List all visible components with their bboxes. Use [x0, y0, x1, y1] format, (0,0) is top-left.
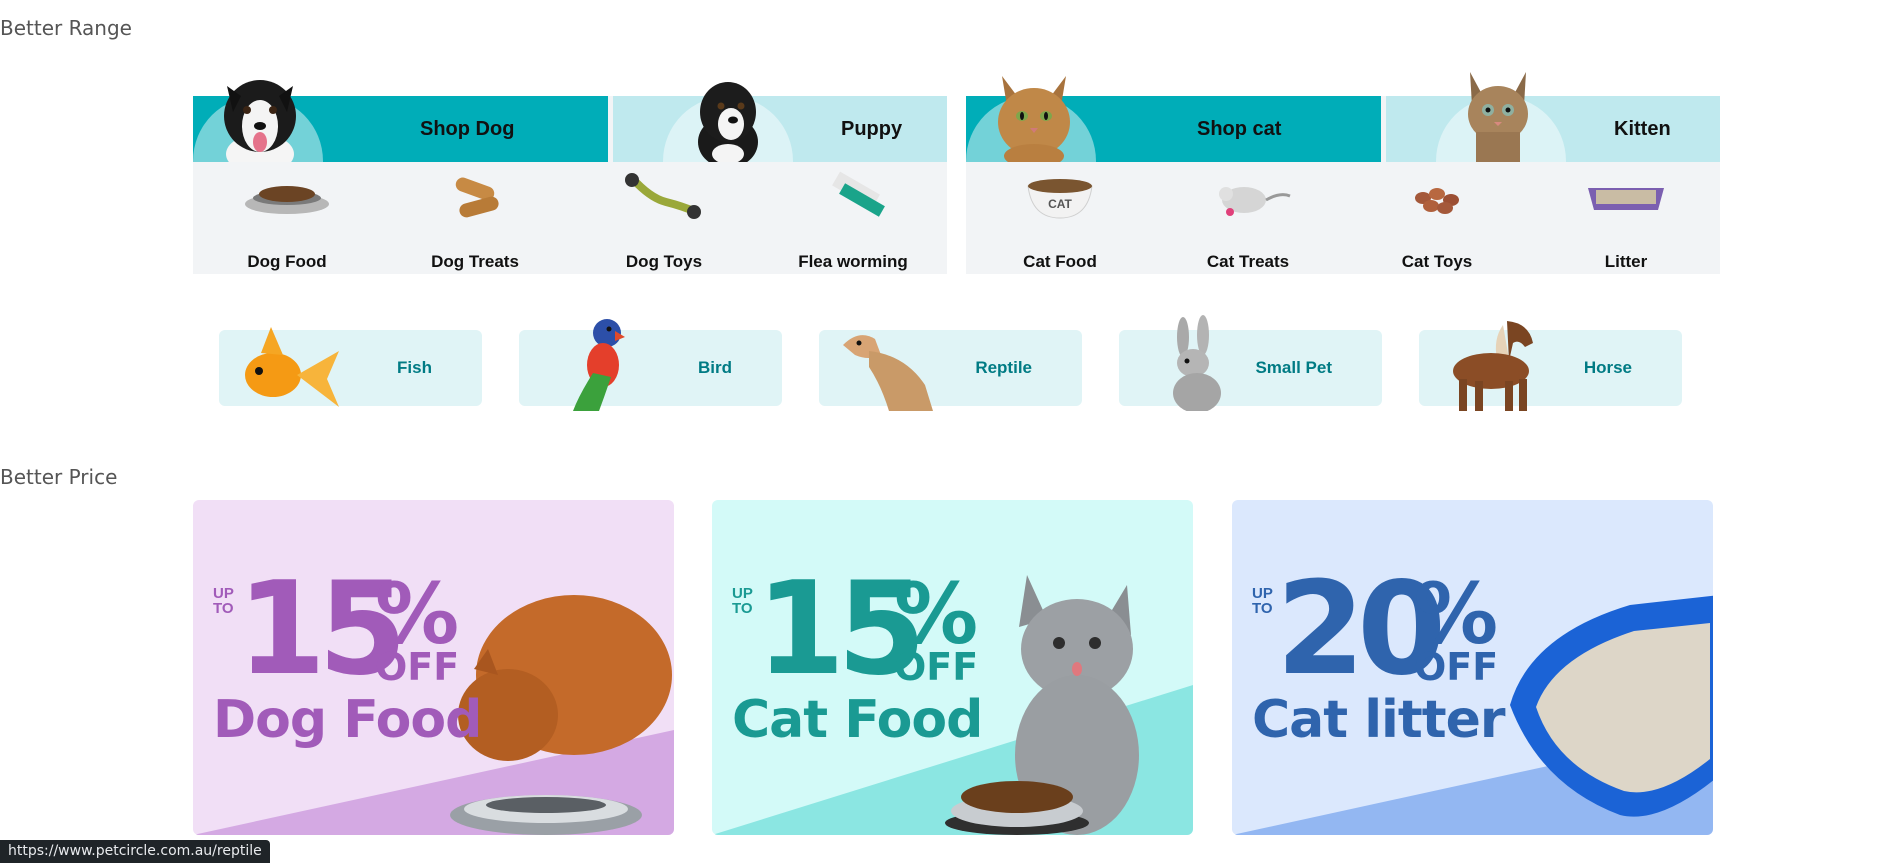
tile-small-pet[interactable]: Small Pet	[1119, 315, 1382, 411]
puppy-banner[interactable]: Puppy	[613, 82, 947, 162]
promo-upto: UP TO	[1252, 585, 1273, 617]
bearded-dragon-icon	[843, 335, 933, 411]
category-label: Litter	[1604, 252, 1648, 271]
tile-label: Small Pet	[1255, 358, 1332, 377]
cat-photo-icon	[998, 76, 1070, 162]
shop-cat-label: Shop cat	[1197, 118, 1282, 140]
tile-reptile[interactable]: Reptile	[819, 330, 1082, 411]
category-flea-worming[interactable]: Flea worming	[759, 162, 947, 274]
category-litter[interactable]: Litter	[1532, 162, 1720, 274]
promo-percent: %	[894, 565, 978, 663]
category-label: Cat Food	[1023, 252, 1097, 271]
dog-range-block: Shop Dog Puppy Dog Food Dog Treats Dog T…	[193, 80, 947, 274]
litter-tray-icon	[1588, 188, 1664, 210]
section-title-better-price: Better Price	[0, 465, 118, 489]
puppy-photo-icon	[698, 82, 758, 162]
tile-label: Reptile	[975, 358, 1032, 377]
flea-treatment-icon	[832, 171, 885, 217]
promo-percent: %	[1414, 565, 1498, 663]
tile-bird[interactable]: Bird	[519, 319, 782, 411]
category-cat-food[interactable]: CAT Cat Food	[966, 162, 1154, 274]
promo-off: OFF	[894, 645, 979, 689]
promo-upto: UP TO	[213, 585, 234, 617]
horse-icon	[1453, 321, 1533, 411]
category-label: Cat Treats	[1206, 252, 1290, 271]
shop-dog-label: Shop Dog	[420, 118, 515, 140]
promo-product: Dog Food	[213, 690, 482, 750]
category-label: Dog Food	[247, 252, 327, 271]
tile-label: Fish	[397, 358, 432, 377]
kitten-photo-icon	[1468, 72, 1528, 162]
bone-treat-icon	[455, 177, 499, 218]
parrot-icon	[573, 319, 625, 411]
tile-horse[interactable]: Horse	[1419, 321, 1682, 411]
promo-cat-food[interactable]: UP TO 15 % OFF Cat Food	[712, 500, 1193, 835]
category-label: Cat Toys	[1401, 252, 1473, 271]
category-dog-food[interactable]: Dog Food	[193, 162, 381, 274]
category-dog-treats[interactable]: Dog Treats	[381, 162, 569, 274]
promo-dog-food[interactable]: UP TO 15 % OFF Dog Food	[193, 500, 674, 835]
status-bar-url: https://www.petcircle.com.au/reptile	[0, 840, 270, 863]
puppy-label: Puppy	[841, 118, 903, 140]
kitten-label: Kitten	[1614, 118, 1671, 140]
mouse-toy-icon	[1219, 187, 1291, 216]
cat-range-block: Shop cat Kitten CAT Cat Food Cat Treats …	[966, 72, 1720, 274]
category-cat-toys[interactable]: Cat Toys	[1343, 162, 1531, 274]
promo-cat-litter[interactable]: UP TO 20 % OFF Cat litter	[1232, 500, 1713, 835]
svg-text:CAT: CAT	[1048, 197, 1072, 211]
promo-off: OFF	[375, 645, 460, 689]
promo-percent: %	[375, 565, 459, 663]
rope-toy-icon	[625, 173, 701, 219]
dog-photo-icon	[224, 80, 296, 162]
tile-label: Horse	[1583, 358, 1632, 377]
category-label: Flea worming	[798, 252, 908, 271]
rabbit-icon	[1173, 315, 1221, 411]
section-title-better-range: Better Range	[0, 16, 132, 40]
cat-bowl-icon: CAT	[1027, 179, 1093, 219]
category-label: Dog Toys	[625, 252, 703, 271]
category-label: Dog Treats	[431, 252, 519, 271]
goldfish-icon	[245, 327, 339, 407]
litter-tray-icon	[1510, 595, 1713, 817]
promo-upto: UP TO	[732, 585, 753, 617]
food-bowl-icon	[245, 186, 329, 214]
promo-off: OFF	[1414, 645, 1499, 689]
tile-label: Bird	[698, 358, 732, 377]
tile-fish[interactable]: Fish	[219, 327, 482, 407]
promo-product: Cat Food	[732, 690, 983, 750]
shop-cat-banner[interactable]: Shop cat	[966, 76, 1381, 162]
category-dog-toys[interactable]: Dog Toys	[570, 162, 758, 274]
promo-product: Cat litter	[1252, 690, 1505, 750]
kitten-banner[interactable]: Kitten	[1386, 72, 1720, 162]
kibble-icon	[1415, 188, 1459, 214]
shop-dog-banner[interactable]: Shop Dog	[193, 80, 608, 162]
category-cat-treats[interactable]: Cat Treats	[1154, 162, 1342, 274]
